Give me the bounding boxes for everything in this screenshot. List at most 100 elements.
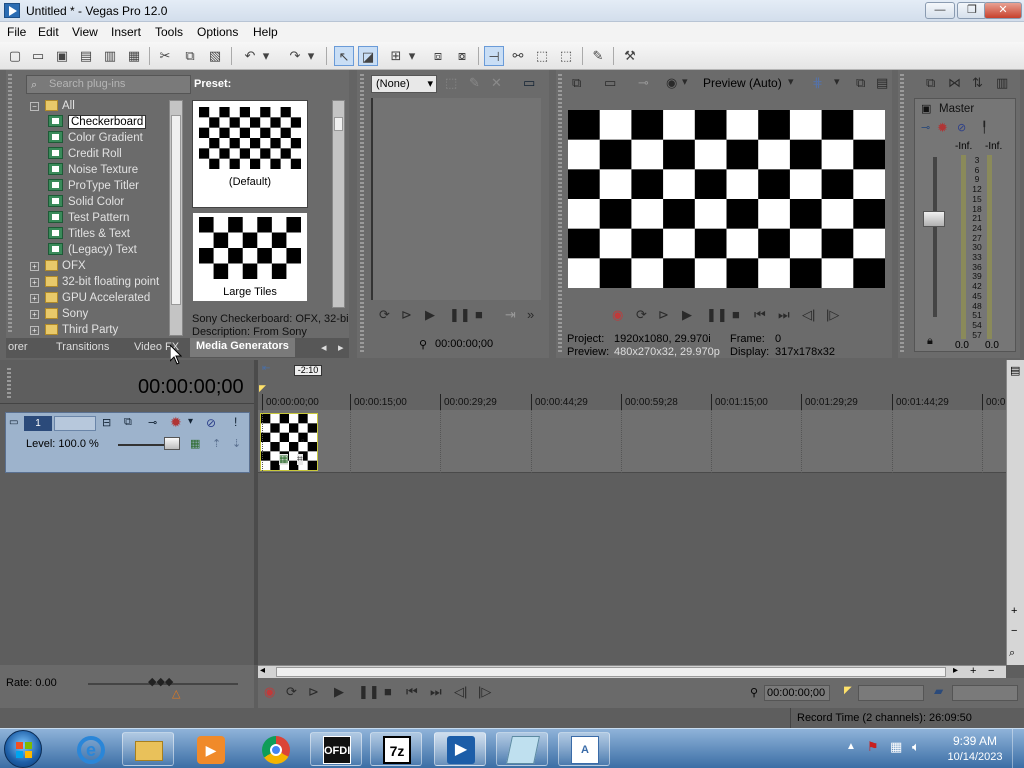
redo-icon[interactable]: ↷ [285,46,305,66]
expand-icon[interactable]: + [30,262,39,271]
envelope-tool-icon[interactable]: ◪ [358,46,378,66]
redo-dropdown-icon[interactable]: ▾ [305,46,317,66]
network-icon[interactable]: ▦ [890,739,902,755]
media-player-icon[interactable]: ▶ [184,732,236,766]
undo-dropdown-icon[interactable]: ▾ [260,46,272,66]
tree-item[interactable]: (Legacy) Text [48,242,137,258]
tree-item[interactable]: Checkerboard [48,114,147,130]
copy-icon[interactable]: ⧉ [180,46,200,66]
internet-explorer-icon[interactable]: e [64,732,116,766]
properties-icon[interactable]: ▦ [124,46,144,66]
preview-quality[interactable]: Preview (Auto) [703,76,782,90]
tree-item[interactable]: ProType Titler [48,178,139,194]
monitor-icon[interactable]: ▭ [523,75,535,91]
timeline-hscroll[interactable]: ◂ ▸ + − [258,665,1006,678]
undo-icon[interactable]: ↶ [240,46,260,66]
master-fader[interactable] [923,211,945,227]
tree-item[interactable]: Color Gradient [48,130,143,146]
file-explorer-icon[interactable] [122,732,174,766]
hscroll-thumb[interactable] [276,667,946,677]
next-frame-icon[interactable]: |▷ [478,684,491,700]
dim-output-icon[interactable]: ⇅ [972,75,983,91]
track-motion-icon[interactable]: ⊟ [102,416,111,429]
ofdi-icon[interactable]: OFDI [310,732,362,766]
close-button[interactable]: ✕ [984,2,1022,19]
level-slider-thumb[interactable] [164,437,180,450]
timeline-vscroll[interactable]: ▤ + − ⌕ [1006,360,1024,665]
more-icon[interactable]: » [527,307,534,322]
clock-time[interactable]: 9:39 AM [950,734,1000,748]
go-to-start-icon[interactable]: ⏮ [406,684,418,700]
play-icon[interactable]: ▶ [425,307,435,323]
scroll-right-icon[interactable]: ▸ [953,665,958,676]
split-screen-icon[interactable]: ⊸ [638,75,649,91]
track-number[interactable]: 1 [24,416,52,431]
compositing-mode-icon[interactable]: ⧉ [124,416,132,429]
go-to-end-icon[interactable]: ⏭ [778,307,790,323]
mute-icon[interactable]: ⊘ [206,416,216,430]
zoom-in-vertical-icon[interactable]: + [1011,605,1017,617]
copy-snapshot-icon[interactable]: ⧉ [856,75,865,91]
paste-icon[interactable]: ▧ [205,46,225,66]
pause-icon[interactable]: ❚❚ [449,307,471,323]
tree-scrollbar[interactable] [169,100,183,336]
trimmer-view[interactable] [371,98,541,300]
chevron-down-icon[interactable]: ▾ [682,75,688,88]
open-icon[interactable]: ▭ [28,46,48,66]
tree-item[interactable]: Titles & Text [48,226,130,242]
play-icon[interactable]: ▶ [682,307,692,323]
expand-icon[interactable]: + [30,294,39,303]
search-input[interactable]: ⌕ Search plug-ins [26,75,191,94]
next-frame-icon[interactable]: |▷ [826,307,839,323]
save-snapshot-icon[interactable]: ▤ [876,75,888,91]
grid-icon[interactable]: ⋕ [812,75,823,91]
play-from-start-icon[interactable]: ⊳ [401,307,412,323]
chrome-icon[interactable] [249,732,301,766]
save-icon[interactable]: ▣ [52,46,72,66]
add-to-timeline-icon[interactable]: ⬚ [445,75,457,91]
track-fx-icon[interactable]: ✹ [170,414,182,431]
maximize-button[interactable]: ❐ [957,2,987,19]
pause-icon[interactable]: ❚❚ [358,684,380,700]
menu-help[interactable]: Help [253,25,278,39]
tool-dropdown-icon[interactable]: ▾ [406,46,418,66]
minimize-button[interactable]: — [925,2,955,19]
transport-timecode[interactable]: 00:00:00;00 [764,685,830,701]
lock-envelopes-icon[interactable]: ⚯ [508,46,528,66]
play-from-start-icon[interactable]: ⊳ [308,684,319,700]
video-track-lane[interactable] [258,410,1006,473]
timeline-menu-icon[interactable]: ▤ [1010,364,1020,377]
selection-length-field[interactable] [952,685,1018,701]
tree-item[interactable]: Solid Color [48,194,124,210]
record-icon[interactable]: ◉ [264,684,275,700]
ignore-grouping-icon[interactable]: ⬚ [532,46,552,66]
trim-icon[interactable]: ✎ [469,75,480,91]
fx-chain-icon[interactable]: ⊸ [148,416,157,429]
expand-icon[interactable]: + [30,310,39,319]
chevron-down-icon[interactable]: ▾ [834,75,840,88]
preset-default-thumb[interactable]: (Default) [192,100,308,208]
stop-icon[interactable]: ■ [732,307,740,322]
volume-icon[interactable]: 🔈︎ [912,739,920,755]
zoom-out-horizontal-icon[interactable]: − [988,665,994,677]
tab-scroll-right-icon[interactable]: ▸ [338,341,344,354]
play-from-start-icon[interactable]: ⊳ [658,307,669,323]
start-button[interactable] [4,730,42,768]
video-track-header[interactable]: ▭ 1 ⊟ ⧉ ⊸ ✹ ▾ ⊘ ! Level: 100.0 % ▦ ⇡ ⇣ [5,412,250,473]
rate-slider-thumb[interactable]: ◆◆◆ [148,675,173,688]
cut-icon[interactable]: ✂ [155,46,175,66]
tree-item[interactable]: + Sony [30,306,88,322]
play-icon[interactable]: ▶ [334,684,344,700]
add-icon[interactable]: ⇥ [505,307,516,323]
vegas-icon[interactable]: ▶ [434,732,486,766]
previous-frame-icon[interactable]: ◁| [802,307,815,323]
track-name-field[interactable] [54,416,96,431]
zoom-out-vertical-icon[interactable]: − [1011,625,1017,637]
event-menu-icon[interactable]: ▫ [301,436,305,447]
mixer-more-icon[interactable]: ▥ [996,75,1008,91]
auto-ripple-icon[interactable]: ⧈ [428,46,448,66]
action-center-icon[interactable]: ⚑ [867,739,879,755]
overlays-icon[interactable]: ◉ [666,75,677,91]
new-icon[interactable]: ▢ [5,46,25,66]
master-fx-icon[interactable]: ✹ [937,120,948,136]
